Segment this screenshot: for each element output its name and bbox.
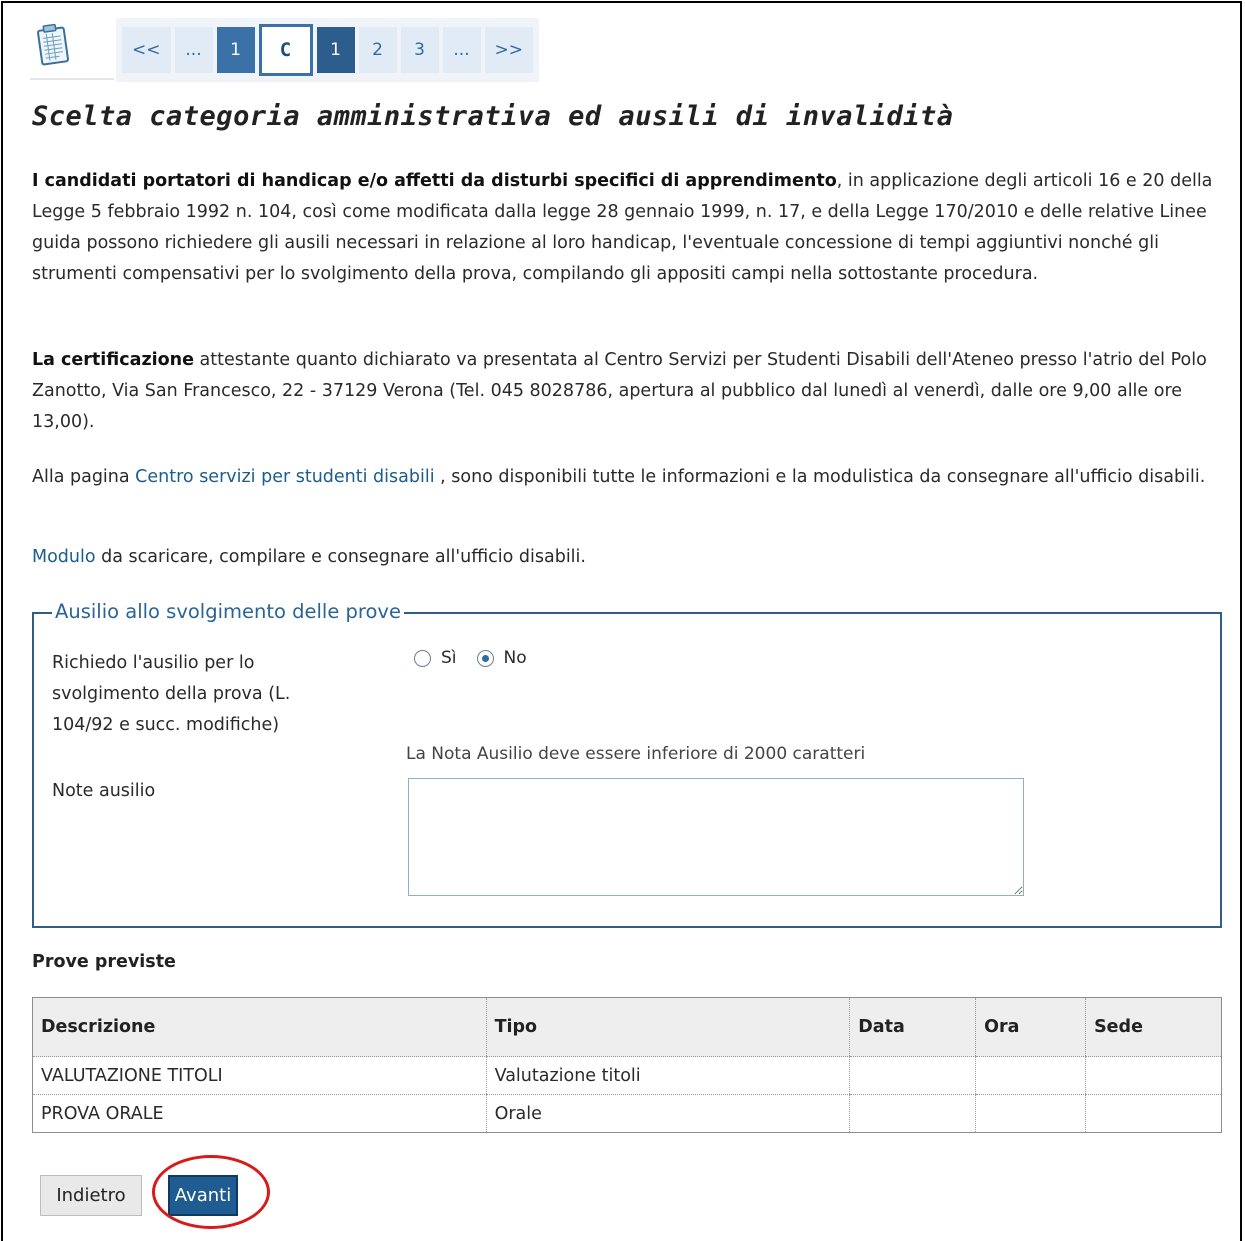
column-header-location: Sede (1085, 997, 1222, 1057)
pager-last-button[interactable]: >> (484, 27, 533, 73)
aid-fieldset: Ausilio allo svolgimento delle prove Ric… (32, 596, 1222, 928)
modulo-paragraph: Modulo da scaricare, compilare e consegn… (32, 542, 1232, 573)
notes-textarea[interactable] (408, 778, 1024, 896)
exams-header-row: Descrizione Tipo Data Ora Sede (32, 997, 1222, 1057)
intro-paragraph: I candidati portatori di handicap e/o af… (32, 166, 1232, 290)
clipboard-form-icon (37, 23, 69, 66)
disability-services-link[interactable]: Centro servizi per studenti disabili (135, 467, 434, 487)
aid-request-radio-group: Sì No (414, 648, 547, 668)
pager-ellipsis-right[interactable]: ... (442, 27, 481, 73)
cell-description: PROVA ORALE (32, 1094, 487, 1133)
aid-no-radio[interactable] (476, 649, 494, 667)
next-button[interactable]: Avanti (168, 1175, 238, 1216)
cell-location (1085, 1056, 1222, 1095)
pager-first-button[interactable]: << (122, 27, 171, 73)
cell-location (1085, 1094, 1222, 1133)
table-row: VALUTAZIONE TITOLI Valutazione titoli (32, 1056, 1222, 1095)
cell-type: Valutazione titoli (485, 1056, 850, 1095)
step-navigation: << ... 1 C 1 2 3 ... >> (30, 18, 630, 82)
aid-no-label[interactable]: No (504, 648, 527, 668)
pager-current-step: C (258, 24, 313, 76)
aid-yes-radio[interactable] (414, 649, 431, 667)
cell-type: Orale (485, 1094, 850, 1133)
aid-fieldset-legend: Ausilio allo svolgimento delle prove (52, 596, 404, 628)
cell-time (975, 1056, 1086, 1095)
column-header-description: Descrizione (32, 997, 487, 1057)
back-button[interactable]: Indietro (40, 1175, 142, 1216)
pager-page-2-button[interactable]: 2 (358, 27, 397, 73)
exams-title: Prove previste (32, 952, 176, 972)
cell-date (849, 1056, 976, 1095)
column-header-type: Tipo (485, 997, 850, 1057)
certification-bold-text: La certificazione (32, 350, 194, 370)
cell-date (849, 1094, 976, 1133)
table-row: PROVA ORALE Orale (32, 1094, 1222, 1133)
certification-paragraph: La certificazione attestante quanto dich… (32, 345, 1232, 438)
modulo-text: da scaricare, compilare e consegnare all… (95, 547, 586, 567)
column-header-time: Ora (975, 997, 1086, 1057)
pager: << ... 1 C 1 2 3 ... >> (116, 18, 539, 82)
notes-label: Note ausilio (52, 781, 156, 801)
page-title: Scelta categoria amministrativa ed ausil… (32, 101, 954, 132)
pager-page-3-button[interactable]: 3 (400, 27, 439, 73)
cell-time (975, 1094, 1086, 1133)
info-suffix: , sono disponibili tutte le informazioni… (434, 467, 1206, 487)
certification-text: attestante quanto dichiarato va presenta… (32, 350, 1207, 432)
pager-prev-page-button[interactable]: 1 (216, 27, 255, 73)
aid-request-label: Richiedo l'ausilio per lo svolgimento de… (52, 653, 291, 735)
radio-selected-dot (481, 654, 489, 662)
info-paragraph: Alla pagina Centro servizi per studenti … (32, 462, 1232, 493)
icon-underline (30, 78, 114, 80)
info-prefix: Alla pagina (32, 467, 136, 487)
pager-ellipsis-left[interactable]: ... (174, 27, 213, 73)
aid-yes-label[interactable]: Sì (441, 648, 457, 668)
column-header-date: Data (849, 997, 976, 1057)
exams-table: Descrizione Tipo Data Ora Sede VALUTAZIO… (32, 997, 1222, 1133)
pager-page-1-button[interactable]: 1 (316, 27, 355, 73)
notes-length-hint: La Nota Ausilio deve essere inferiore di… (406, 744, 866, 764)
modulo-link[interactable]: Modulo (32, 547, 96, 567)
cell-description: VALUTAZIONE TITOLI (32, 1056, 487, 1095)
intro-bold-text: I candidati portatori di handicap e/o af… (32, 171, 837, 191)
